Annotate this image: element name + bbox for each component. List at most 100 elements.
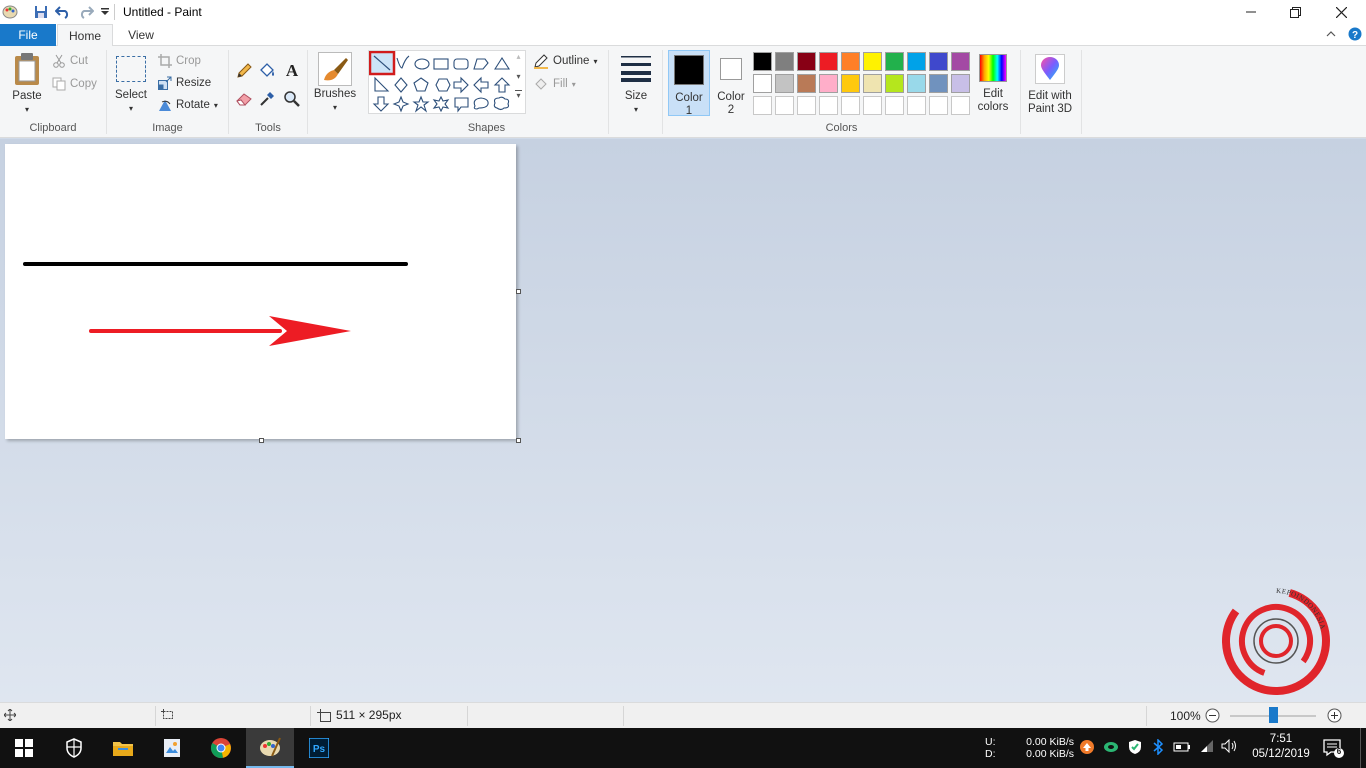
- size-dropdown-icon[interactable]: ▾: [616, 103, 656, 116]
- undo-icon[interactable]: [53, 2, 73, 22]
- minimize-button[interactable]: [1228, 0, 1274, 24]
- color-picker-icon[interactable]: [258, 90, 276, 111]
- outline-button[interactable]: Outline ▾: [533, 52, 597, 70]
- palette-swatch-empty[interactable]: [819, 96, 838, 115]
- palette-swatch[interactable]: [863, 74, 882, 93]
- paste-dropdown-icon[interactable]: ▾: [8, 103, 46, 116]
- color2-button[interactable]: Color 2: [712, 50, 750, 116]
- redo-icon[interactable]: [76, 2, 96, 22]
- outline-dropdown-icon[interactable]: ▾: [593, 57, 597, 66]
- shape-polygon-icon[interactable]: [473, 58, 489, 70]
- file-explorer-icon[interactable]: [99, 728, 147, 768]
- resize-button[interactable]: Resize: [158, 74, 211, 92]
- shape-triangle-icon[interactable]: [493, 56, 511, 70]
- wifi-icon[interactable]: [1199, 739, 1215, 756]
- select-dropdown-icon[interactable]: ▾: [114, 102, 148, 115]
- eraser-icon[interactable]: [235, 90, 253, 111]
- palette-swatch-empty[interactable]: [951, 96, 970, 115]
- palette-swatch-empty[interactable]: [753, 96, 772, 115]
- palette-swatch-empty[interactable]: [797, 96, 816, 115]
- shape-arrow-left-icon[interactable]: [473, 76, 489, 94]
- action-center-icon[interactable]: 6: [1323, 738, 1345, 761]
- shape-callout-cloud-icon[interactable]: [493, 96, 510, 111]
- text-tool-icon[interactable]: A: [283, 61, 301, 82]
- palette-swatch[interactable]: [885, 52, 904, 71]
- battery-icon[interactable]: [1173, 741, 1191, 756]
- volume-icon[interactable]: [1221, 738, 1239, 756]
- edit-colors-button[interactable]: Edit colors: [976, 52, 1010, 116]
- palette-swatch[interactable]: [951, 74, 970, 93]
- rotate-dropdown-icon[interactable]: ▾: [214, 101, 218, 110]
- shape-star6-icon[interactable]: [432, 95, 450, 113]
- crop-button[interactable]: Crop: [158, 52, 201, 70]
- palette-swatch[interactable]: [819, 74, 838, 93]
- fill-bucket-icon[interactable]: [258, 62, 276, 83]
- shape-callout-oval-icon[interactable]: [473, 97, 489, 110]
- palette-swatch[interactable]: [907, 74, 926, 93]
- tab-view[interactable]: View: [116, 24, 166, 46]
- shape-oval-icon[interactable]: [414, 58, 430, 70]
- shape-rectangle-icon[interactable]: [433, 58, 449, 70]
- photos-app-icon[interactable]: [148, 728, 196, 768]
- palette-swatch[interactable]: [907, 52, 926, 71]
- palette-swatch[interactable]: [929, 52, 948, 71]
- paint-taskbar-icon[interactable]: [246, 728, 294, 768]
- help-icon[interactable]: ?: [1348, 27, 1362, 44]
- zoom-slider-thumb[interactable]: [1269, 707, 1278, 723]
- select-button[interactable]: Select ▾: [114, 54, 148, 118]
- upload-arrow-icon[interactable]: [1080, 740, 1094, 757]
- palette-swatch[interactable]: [753, 52, 772, 71]
- bluetooth-icon[interactable]: [1152, 738, 1164, 758]
- shape-hexagon-icon[interactable]: [435, 78, 451, 92]
- canvas-resize-handle-bottom[interactable]: [259, 438, 264, 443]
- shape-rounded-rectangle-icon[interactable]: [453, 58, 469, 70]
- palette-swatch[interactable]: [819, 52, 838, 71]
- shape-diamond-icon[interactable]: [394, 77, 408, 93]
- cut-button[interactable]: Cut: [52, 52, 88, 70]
- pencil-icon[interactable]: [235, 62, 253, 83]
- sync-app-icon[interactable]: [1103, 740, 1119, 757]
- palette-swatch-empty[interactable]: [775, 96, 794, 115]
- magnifier-icon[interactable]: [283, 90, 301, 111]
- palette-swatch[interactable]: [753, 74, 772, 93]
- shape-arrow-down-icon[interactable]: [372, 96, 390, 112]
- palette-swatch[interactable]: [797, 74, 816, 93]
- shape-right-triangle-icon[interactable]: [374, 76, 390, 92]
- palette-swatch-empty[interactable]: [929, 96, 948, 115]
- brushes-button[interactable]: Brushes ▾: [312, 52, 358, 118]
- color1-button[interactable]: Color 1: [668, 50, 710, 117]
- edit-with-paint3d-button[interactable]: Edit with Paint 3D: [1024, 52, 1076, 116]
- shapes-gallery-scroll[interactable]: ▴ ▾ ▾: [512, 52, 525, 112]
- shape-arrow-right-icon[interactable]: [453, 76, 469, 94]
- fill-button[interactable]: Fill ▾: [533, 75, 576, 93]
- drawing-canvas[interactable]: [5, 144, 516, 439]
- palette-swatch-empty[interactable]: [863, 96, 882, 115]
- paste-button[interactable]: Paste ▾: [8, 52, 46, 116]
- save-icon[interactable]: [31, 2, 51, 22]
- shape-star4-icon[interactable]: [392, 95, 410, 113]
- rotate-button[interactable]: Rotate ▾: [158, 96, 218, 114]
- shape-pentagon-icon[interactable]: [413, 77, 429, 92]
- windows-security-icon[interactable]: [50, 728, 98, 768]
- shape-curve-icon[interactable]: [396, 55, 410, 69]
- palette-swatch-empty[interactable]: [907, 96, 926, 115]
- shape-star5-icon[interactable]: [412, 95, 430, 113]
- tab-file[interactable]: File: [0, 24, 56, 46]
- canvas-resize-handle-corner[interactable]: [516, 438, 521, 443]
- start-button[interactable]: [0, 728, 48, 768]
- fill-dropdown-icon[interactable]: ▾: [572, 80, 576, 89]
- palette-swatch[interactable]: [775, 52, 794, 71]
- brushes-dropdown-icon[interactable]: ▾: [312, 101, 358, 114]
- shape-arrow-up-icon[interactable]: [493, 77, 511, 93]
- palette-swatch[interactable]: [841, 52, 860, 71]
- zoom-out-button[interactable]: [1205, 708, 1220, 726]
- paint-app-icon[interactable]: [0, 2, 20, 22]
- restore-button[interactable]: [1272, 0, 1318, 24]
- customize-quick-access-icon[interactable]: [95, 2, 115, 22]
- palette-swatch[interactable]: [885, 74, 904, 93]
- chrome-icon[interactable]: [197, 728, 245, 768]
- copy-button[interactable]: Copy: [52, 75, 97, 93]
- clock[interactable]: 7:51 05/12/2019: [1244, 732, 1318, 762]
- close-button[interactable]: [1318, 0, 1364, 24]
- security-check-icon[interactable]: [1127, 739, 1143, 758]
